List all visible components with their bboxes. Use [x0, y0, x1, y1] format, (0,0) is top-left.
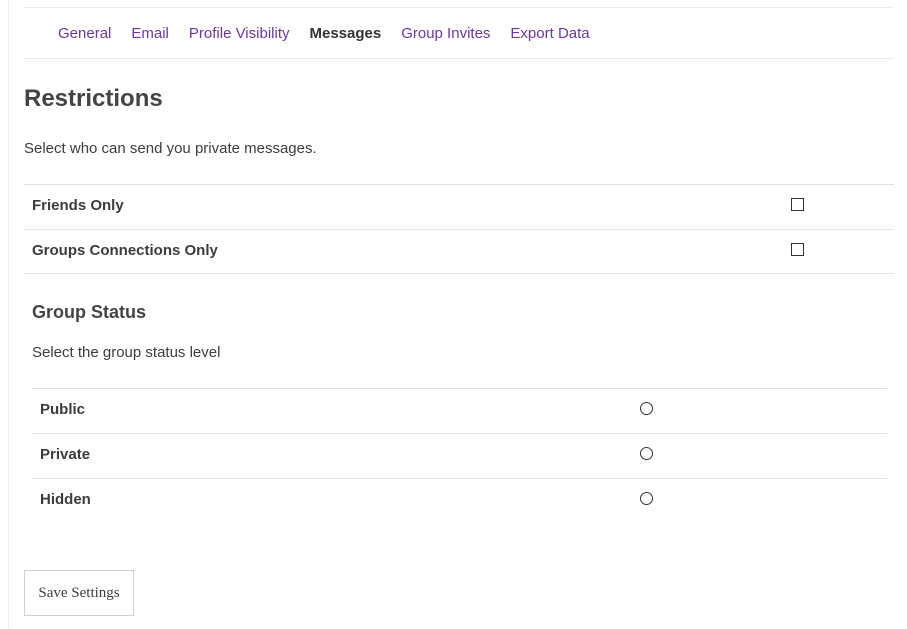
tab-messages[interactable]: Messages: [309, 25, 381, 42]
public-label: Public: [40, 401, 86, 418]
group-status-row-hidden: Hidden: [32, 478, 887, 523]
tab-export-data[interactable]: Export Data: [510, 25, 589, 42]
tab-email[interactable]: Email: [131, 25, 169, 42]
page-left-border: [8, 0, 9, 629]
tab-group-invites[interactable]: Group Invites: [401, 25, 490, 42]
groups-connections-only-label: Groups Connections Only: [32, 242, 218, 259]
restrictions-heading: Restrictions: [24, 85, 163, 112]
private-radio[interactable]: [640, 447, 653, 460]
groups-connections-only-checkbox[interactable]: [791, 243, 804, 256]
group-status-row-private: Private: [32, 433, 887, 478]
friends-only-label: Friends Only: [32, 197, 124, 214]
tab-profile-visibility[interactable]: Profile Visibility: [189, 25, 290, 42]
hidden-label: Hidden: [40, 491, 91, 508]
settings-tabs: General Email Profile Visibility Message…: [24, 7, 894, 59]
public-radio[interactable]: [640, 402, 653, 415]
restrictions-description: Select who can send you private messages…: [24, 140, 317, 157]
group-status-table: Public Private Hidden: [32, 388, 887, 523]
tab-general[interactable]: General: [58, 25, 111, 42]
group-status-heading: Group Status: [32, 302, 147, 322]
friends-only-checkbox[interactable]: [791, 198, 804, 211]
hidden-radio[interactable]: [640, 492, 653, 505]
restriction-row-groups-connections-only: Groups Connections Only: [24, 229, 894, 274]
restrictions-table: Friends Only Groups Connections Only: [24, 184, 894, 274]
private-label: Private: [40, 446, 91, 463]
restriction-row-friends-only: Friends Only: [24, 184, 894, 229]
group-status-row-public: Public: [32, 388, 887, 433]
group-status-description: Select the group status level: [32, 344, 221, 361]
save-settings-button[interactable]: Save Settings: [24, 570, 134, 616]
